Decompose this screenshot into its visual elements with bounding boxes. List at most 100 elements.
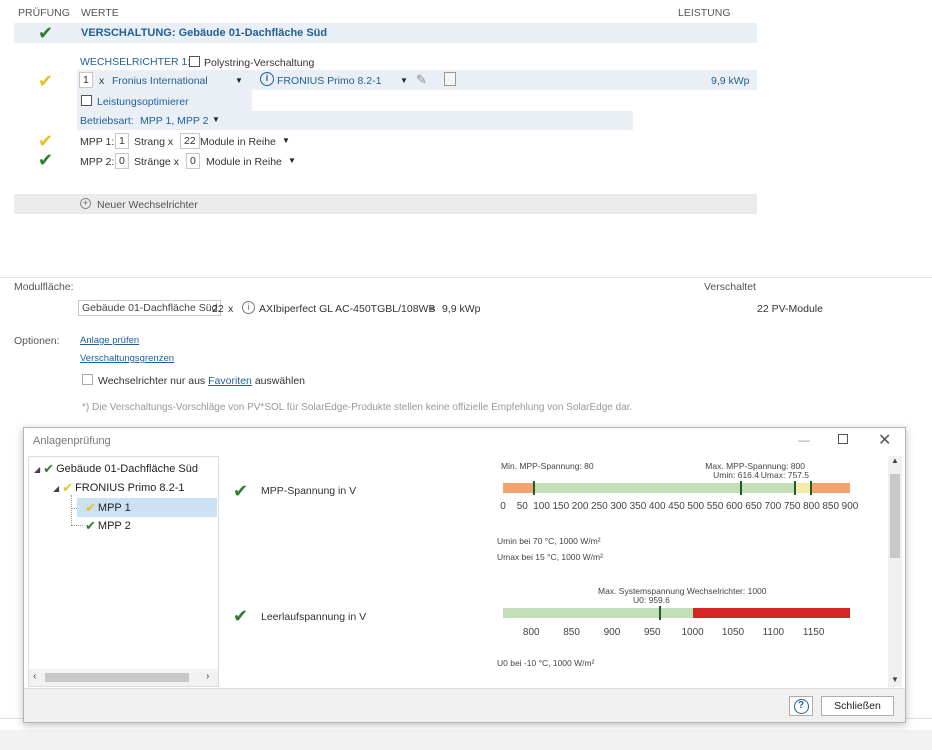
tree-mpp2[interactable]: ✔ MPP 2 [85, 518, 131, 534]
close-dialog-button[interactable]: Schließen [821, 696, 894, 716]
mpp-tick-label: 800 [803, 501, 820, 512]
favorites-text: Wechselrichter nur aus Favoriten auswähl… [98, 375, 305, 387]
tree-mpp2-label: MPP 2 [97, 520, 131, 532]
mpp-tick-label: 550 [706, 501, 724, 512]
mpp2-modules-label: Module in Reihe [206, 156, 282, 168]
maximize-icon[interactable] [838, 434, 848, 444]
optimizer-checkbox[interactable] [81, 95, 92, 106]
optimizer-label: Leistungsoptimierer [97, 96, 189, 108]
module-times: x [228, 303, 234, 315]
module-name: AXIbiperfect GL AC-450TGBL/108WB [259, 303, 436, 315]
mode-select[interactable]: MPP 1, MPP 2 [140, 115, 208, 127]
header-check: PRÜFUNG [18, 7, 70, 19]
mpp1-strings-input[interactable]: 1 [115, 133, 129, 149]
module-area-power: 9,9 kWp [442, 303, 481, 315]
open-circuit-chart: Max. Systemspannung Wechselrichter: 1000… [499, 586, 850, 646]
open-circuit-tick-label: 800 [522, 627, 540, 638]
mpp-tick-label: 600 [725, 501, 743, 512]
open-circuit-ok-icon: ✔ [233, 606, 249, 626]
mpp2-ok-icon: ✔ [38, 150, 54, 170]
tree-expanded-icon[interactable]: ◢ [53, 484, 59, 493]
manufacturer-select[interactable]: Fronius International [112, 75, 208, 87]
scroll-left-icon[interactable]: ‹ [33, 671, 36, 682]
mpp2-strings-input[interactable]: 0 [115, 153, 129, 169]
favorites-link[interactable]: Favoriten [208, 375, 252, 387]
help-button[interactable]: ? [789, 696, 813, 716]
mpp-tick-label: 250 [591, 501, 608, 512]
module-count: 22 [212, 303, 224, 315]
mpp-voltage-bar [503, 481, 850, 495]
inverter-power: 9,9 kWp [711, 75, 750, 87]
model-dropdown-icon[interactable]: ▼ [400, 76, 408, 85]
times-label: x [99, 75, 105, 87]
open-circuit-tick-label: 1050 [721, 627, 745, 638]
favorites-checkbox[interactable] [82, 374, 93, 385]
umin-note: Umin bei 70 °C, 1000 W/m² [497, 536, 601, 546]
scroll-thumb[interactable] [45, 673, 189, 682]
tree-ok-icon: ✔ [43, 461, 55, 476]
manufacturer-dropdown-icon[interactable]: ▼ [235, 76, 243, 85]
minimize-icon[interactable]: — [798, 433, 810, 447]
tree-inverter[interactable]: ◢ ✔ FRONIUS Primo 8.2-1 [53, 480, 184, 496]
mpp-voltage-label: MPP-Spannung in V [261, 485, 357, 497]
mpp1-modules-input[interactable]: 22 [180, 133, 200, 149]
tree-warning-icon: ✔ [85, 500, 96, 515]
plus-circle-icon[interactable]: + [80, 198, 91, 209]
scroll-right-icon[interactable]: › [206, 671, 209, 682]
tree-mpp1-label: MPP 1 [97, 502, 131, 514]
mpp-tick-label: 750 [783, 501, 801, 512]
mpp1-label: MPP 1: [80, 136, 115, 148]
mpp-tick-label: 100 [533, 501, 550, 512]
mpp1-strings-label: Strang x [134, 136, 174, 148]
tree-inverter-label: FRONIUS Primo 8.2-1 [75, 482, 185, 494]
tree-expanded-icon[interactable]: ◢ [34, 465, 40, 474]
footer-bar [0, 730, 932, 750]
mpp-max-marker [810, 481, 813, 495]
datasheet-icon[interactable] [444, 72, 456, 86]
mpp-tick-label: 300 [610, 501, 627, 512]
inverter-qty-input[interactable]: 1 [79, 72, 93, 88]
tree-line [71, 525, 83, 526]
mpp2-dropdown-icon[interactable]: ▼ [288, 156, 296, 165]
polystring-label: Polystring-Verschaltung [204, 57, 315, 69]
limits-link[interactable]: Verschaltungsgrenzen [80, 353, 174, 364]
header-values: WERTE [81, 7, 119, 19]
scroll-up-icon[interactable]: ▲ [891, 456, 899, 465]
open-circuit-axis: 800 850 900 950 1000 1050 1100 1150 [503, 627, 850, 641]
mpp-voltage-chart: Min. MPP-Spannung: 80 Max. MPP-Spannung:… [499, 456, 858, 526]
mpp-below-range-segment [503, 483, 534, 493]
edit-icon[interactable]: ✎ [416, 72, 427, 88]
mpp-above-range-segment [811, 483, 850, 493]
open-circuit-tick-label: 1000 [681, 627, 704, 638]
inverter-label: WECHSELRICHTER 1: [80, 56, 191, 68]
mpp-tick-label: 400 [648, 501, 666, 512]
model-select[interactable]: FRONIUS Primo 8.2-1 [277, 75, 381, 87]
mpp2-modules-input[interactable]: 0 [186, 153, 200, 169]
tree-root[interactable]: ◢ ✔ Gebäude 01-Dachfläche Süd [34, 461, 198, 477]
divider [0, 277, 932, 278]
close-icon[interactable]: ✕ [878, 430, 891, 450]
module-area-select[interactable]: Gebäude 01-Dachfläche Süd [78, 300, 222, 316]
umax-note: Umax bei 15 °C, 1000 W/m² [497, 552, 603, 562]
wired-modules: 22 PV-Module [757, 303, 823, 315]
mpp-tick-label: 450 [668, 501, 685, 512]
scroll-down-icon[interactable]: ▼ [891, 675, 899, 684]
dialog-footer: ? Schließen [24, 688, 905, 722]
new-inverter-button[interactable]: Neuer Wechselrichter [97, 199, 198, 211]
vscroll-thumb[interactable] [890, 474, 900, 558]
check-system-link[interactable]: Anlage prüfen [80, 335, 139, 346]
polystring-checkbox[interactable] [189, 56, 200, 67]
mode-dropdown-icon[interactable]: ▼ [212, 115, 220, 124]
mpp2-label: MPP 2: [80, 156, 115, 168]
info-icon[interactable]: i [260, 72, 274, 86]
circuit-title: VERSCHALTUNG: Gebäude 01-Dachfläche Süd [81, 27, 328, 39]
module-info-icon[interactable]: i [242, 301, 255, 314]
content-vscrollbar[interactable]: ▲ ▼ [888, 456, 902, 687]
mpp1-dropdown-icon[interactable]: ▼ [282, 136, 290, 145]
tree-mpp1[interactable]: ✔ MPP 1 [85, 500, 131, 516]
check-warning-icon: ✔ [38, 71, 54, 91]
mpp2-strings-label: Stränge x [134, 156, 179, 168]
open-circuit-tick-label: 1100 [762, 627, 785, 638]
mpp-tick-label: 850 [822, 501, 840, 512]
tree-hscrollbar[interactable]: ‹ › [29, 669, 218, 686]
